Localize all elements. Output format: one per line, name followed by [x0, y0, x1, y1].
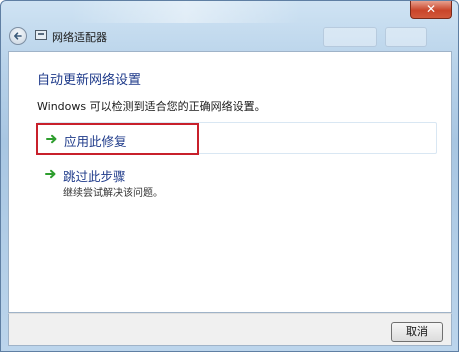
close-icon: ✕: [425, 2, 437, 16]
window-title: 网络适配器: [52, 31, 107, 44]
network-adapter-icon: [35, 30, 47, 40]
skip-step-sublabel: 继续尝试解决该问题。: [63, 188, 163, 199]
cancel-button[interactable]: 取消: [391, 322, 443, 342]
apply-fix-label: 应用此修复: [64, 134, 127, 149]
green-arrow-icon: [45, 169, 56, 179]
green-arrow-icon: [46, 134, 57, 144]
back-button[interactable]: [9, 27, 27, 45]
window-frame: ✕ 网络适配器 自动更新网络设置 Windows 可以检测到适合您的正确网络设置…: [0, 0, 459, 352]
skip-step-label: 跳过此步骤: [63, 169, 126, 184]
back-arrow-icon: [14, 32, 22, 40]
apply-fix-option[interactable]: 应用此修复: [36, 122, 437, 155]
close-button[interactable]: ✕: [410, 1, 452, 19]
skip-step-option[interactable]: 跳过此步骤 继续尝试解决该问题。: [37, 164, 437, 204]
background-blur: [71, 1, 301, 23]
content-panel: 自动更新网络设置 Windows 可以检测到适合您的正确网络设置。 应用此修复 …: [8, 51, 452, 313]
page-heading: 自动更新网络设置: [37, 73, 142, 88]
background-button-ghost: [385, 27, 427, 47]
background-button-ghost: [323, 27, 377, 47]
description-text: Windows 可以检测到适合您的正确网络设置。: [37, 100, 266, 113]
footer-bar: 取消: [8, 313, 452, 346]
